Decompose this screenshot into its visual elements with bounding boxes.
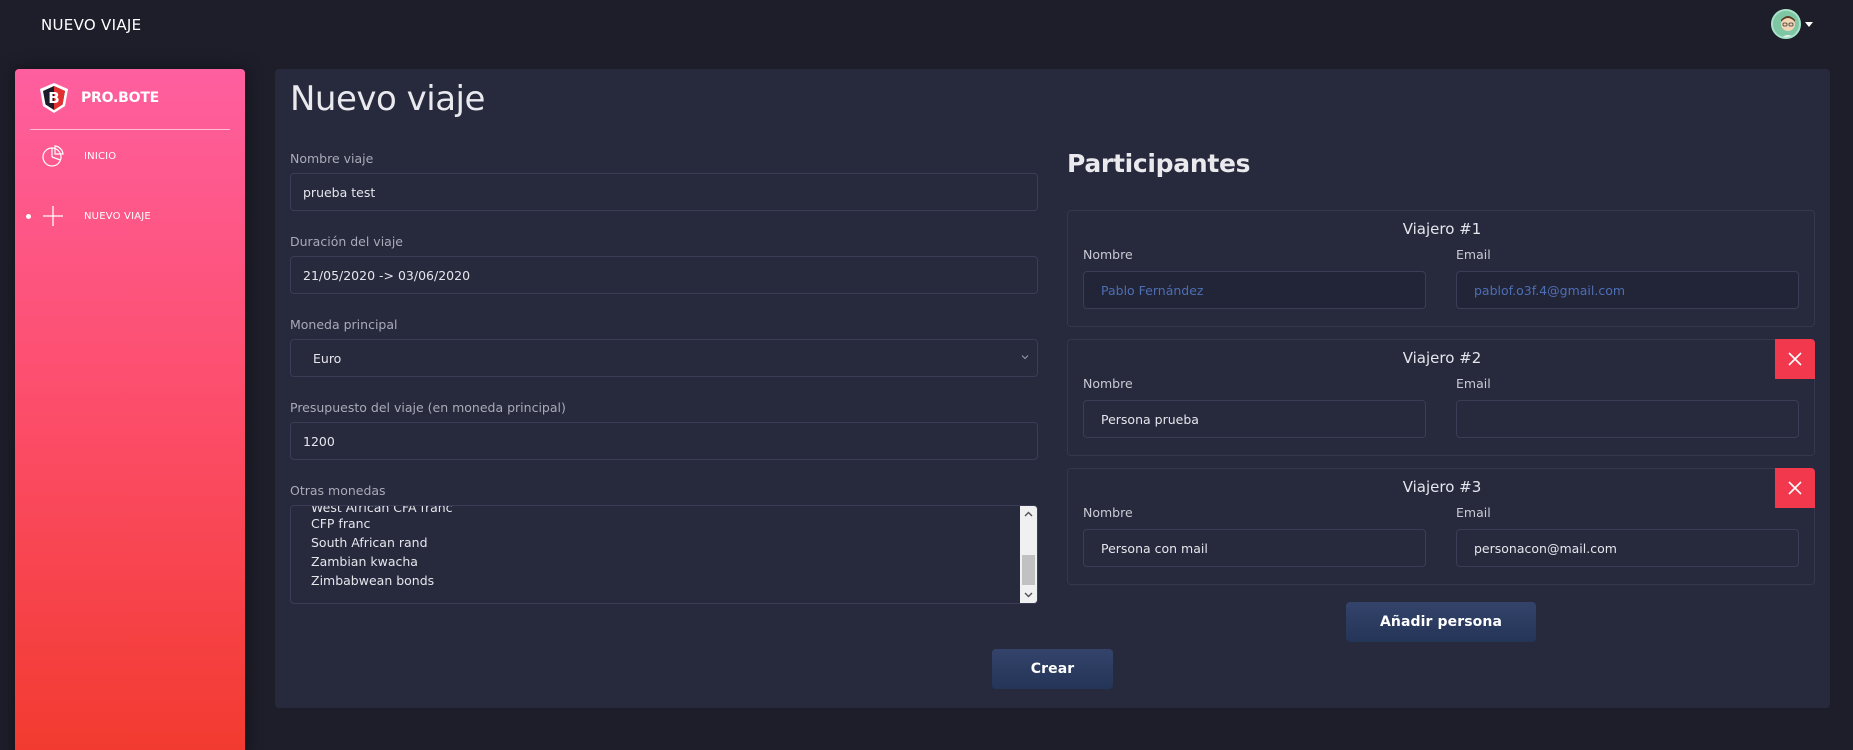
list-item[interactable]: Zambian kwacha [311, 554, 418, 570]
close-icon [1788, 352, 1802, 366]
traveler-name-input[interactable] [1083, 400, 1426, 438]
currency-select-value: Euro [313, 351, 342, 366]
sidebar: B PRO.BOTE INICIO NUEVO VIAJE [15, 69, 245, 750]
caret-down-icon [1805, 21, 1813, 27]
user-menu-toggle[interactable] [1771, 9, 1813, 39]
list-item[interactable]: Zimbabwean bonds [311, 573, 434, 589]
create-button[interactable]: Crear [992, 649, 1113, 689]
close-icon [1788, 481, 1802, 495]
traveler-email-label: Email [1456, 247, 1491, 262]
traveler-name-input [1083, 271, 1426, 309]
scrollbar-thumb[interactable] [1022, 555, 1035, 585]
add-person-button[interactable]: Añadir persona [1346, 602, 1536, 642]
user-avatar-icon [1781, 16, 1795, 37]
traveler-card-1: Viajero #1 Nombre Email [1067, 210, 1815, 327]
participants-title: Participantes [1067, 149, 1251, 178]
sidebar-divider [30, 129, 230, 130]
scroll-up-icon[interactable] [1020, 506, 1037, 522]
sidebar-item-nuevo-viaje[interactable]: NUEVO VIAJE [15, 196, 245, 236]
budget-input[interactable] [290, 422, 1038, 460]
sidebar-item-label: INICIO [84, 150, 117, 162]
scroll-down-icon[interactable] [1020, 587, 1037, 603]
budget-label: Presupuesto del viaje (en moneda princip… [290, 400, 566, 415]
top-navbar: NUEVO VIAJE [0, 0, 1853, 52]
traveler-email-input[interactable] [1456, 529, 1799, 567]
other-currencies-label: Otras monedas [290, 483, 386, 498]
traveler-email-input [1456, 271, 1799, 309]
other-currencies-listbox[interactable]: West African CFA franc CFP franc South A… [290, 505, 1038, 604]
traveler-email-label: Email [1456, 376, 1491, 391]
duration-input[interactable] [290, 256, 1038, 294]
traveler-card-3: Viajero #3 Nombre Email [1067, 468, 1815, 585]
logo-icon: B [40, 83, 68, 113]
traveler-name-label: Nombre [1083, 376, 1133, 391]
traveler-email-input[interactable] [1456, 400, 1799, 438]
duration-label: Duración del viaje [290, 234, 404, 249]
traveler-title: Viajero #2 [1402, 349, 1482, 367]
svg-text:B: B [48, 89, 59, 107]
sidebar-item-inicio[interactable]: INICIO [15, 136, 245, 176]
currency-label: Moneda principal [290, 317, 398, 332]
active-indicator [26, 213, 31, 219]
trip-name-input[interactable] [290, 173, 1038, 211]
traveler-name-input[interactable] [1083, 529, 1426, 567]
traveler-name-label: Nombre [1083, 505, 1133, 520]
pie-chart-icon [42, 145, 64, 167]
remove-traveler-button[interactable] [1775, 339, 1815, 379]
remove-traveler-button[interactable] [1775, 468, 1815, 508]
avatar[interactable] [1771, 9, 1801, 39]
traveler-title: Viajero #1 [1402, 220, 1482, 238]
sidebar-item-label: NUEVO VIAJE [84, 210, 151, 222]
currency-select[interactable]: Euro [290, 339, 1038, 377]
traveler-email-label: Email [1456, 505, 1491, 520]
listbox-scrollbar[interactable] [1020, 506, 1037, 603]
traveler-name-label: Nombre [1083, 247, 1133, 262]
traveler-title: Viajero #3 [1402, 478, 1482, 496]
trip-name-label: Nombre viaje [290, 151, 374, 166]
traveler-card-2: Viajero #2 Nombre Email [1067, 339, 1815, 456]
list-item[interactable]: West African CFA franc [311, 506, 453, 516]
brand-name: PRO.BOTE [81, 90, 160, 106]
list-item[interactable]: South African rand [311, 535, 428, 551]
list-item[interactable]: CFP franc [311, 516, 370, 532]
page-title: Nuevo viaje [290, 79, 485, 119]
main-card: Nuevo viaje Nombre viaje Duración del vi… [275, 69, 1830, 708]
navbar-title: NUEVO VIAJE [41, 16, 142, 34]
plus-icon [43, 206, 63, 226]
brand[interactable]: B PRO.BOTE [37, 81, 159, 115]
chevron-down-icon [1021, 355, 1029, 360]
